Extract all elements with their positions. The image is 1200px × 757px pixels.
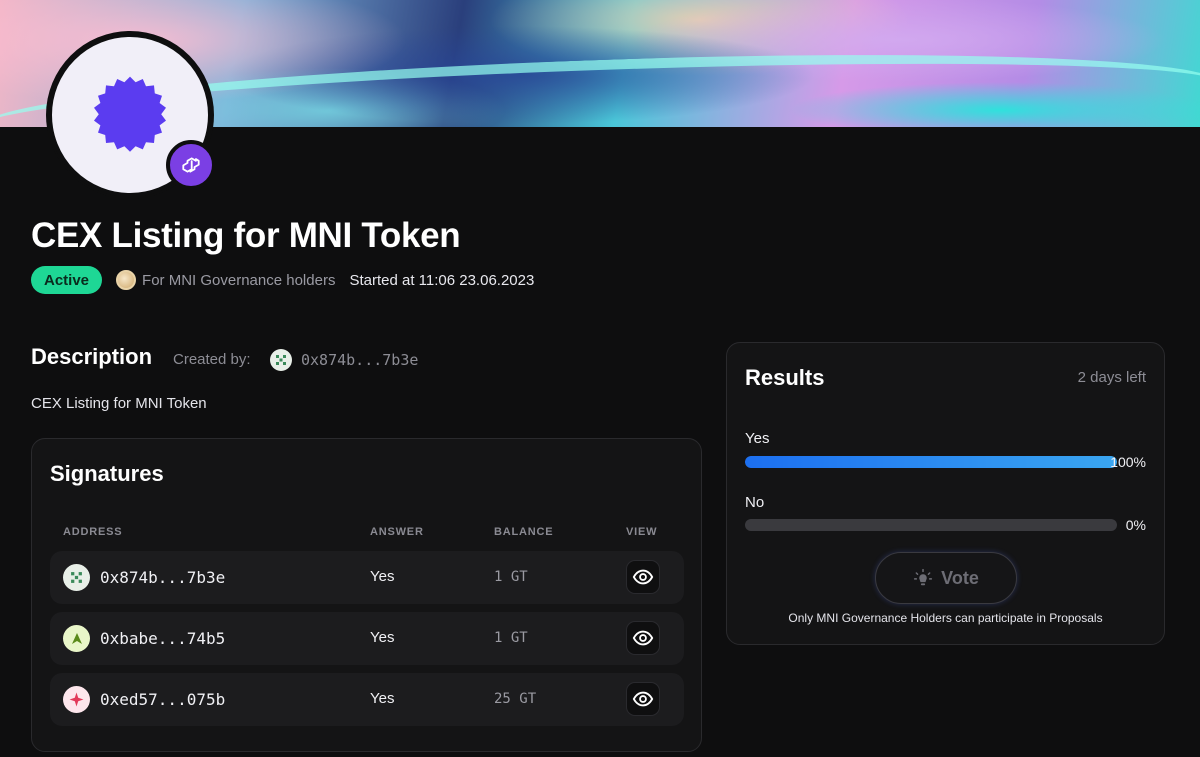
progress-fill-yes [745, 456, 1117, 468]
progress-bar-yes [745, 456, 1117, 468]
audience-text: For MNI Governance holders [142, 271, 336, 289]
view-signature-button[interactable] [626, 682, 660, 716]
signer-balance: 1 GT [494, 630, 528, 646]
view-signature-button[interactable] [626, 621, 660, 655]
description-text: CEX Listing for MNI Token [31, 395, 207, 412]
progress-bar-no [745, 519, 1117, 531]
column-header-view: VIEW [626, 526, 658, 538]
creator-address-link[interactable]: 0x874b...7b3e [301, 351, 418, 369]
eye-icon [632, 630, 654, 646]
column-header-balance: BALANCE [494, 526, 554, 538]
lightbulb-icon [914, 568, 933, 586]
address-avatar-icon [63, 564, 90, 591]
eye-icon [632, 569, 654, 585]
signatures-card: Signatures ADDRESS ANSWER BALANCE VIEW 0… [31, 438, 702, 752]
address-avatar-icon [63, 686, 90, 713]
created-by-label: Created by: [173, 351, 251, 368]
time-left-text: 2 days left [1077, 369, 1146, 386]
started-at-text: Started at 11:06 23.06.2023 [349, 271, 535, 289]
vote-note-text: Only MNI Governance Holders can particip… [788, 611, 1103, 625]
table-row[interactable]: 0xbabe...74b5 Yes 1 GT [50, 612, 684, 665]
option-percent-no: 0% [1125, 517, 1146, 533]
status-badge: Active [31, 266, 103, 294]
creator-avatar-icon [270, 349, 292, 371]
eye-icon [632, 691, 654, 707]
signer-address: 0x874b...7b3e [100, 568, 226, 587]
signer-balance: 1 GT [494, 569, 528, 585]
polygon-icon [182, 157, 200, 173]
vote-button[interactable]: Vote [875, 552, 1017, 604]
column-header-address: ADDRESS [63, 526, 123, 538]
results-card: Results 2 days left Yes 100% No 0% Vote … [726, 342, 1165, 645]
results-heading: Results [745, 365, 825, 390]
badge-icon [94, 76, 166, 152]
option-percent-yes: 100% [1110, 454, 1146, 470]
description-heading: Description [31, 344, 153, 369]
view-signature-button[interactable] [626, 560, 660, 594]
polygon-chain-badge [166, 140, 216, 190]
signer-answer: Yes [370, 629, 395, 646]
signer-address: 0xbabe...74b5 [100, 629, 226, 648]
page-title: CEX Listing for MNI Token [31, 216, 461, 255]
table-row[interactable]: 0xed57...075b Yes 25 GT [50, 673, 684, 726]
proposal-meta: Active For MNI Governance holders Starte… [31, 266, 534, 294]
option-label-no: No [745, 494, 765, 511]
token-icon [116, 270, 137, 290]
option-label-yes: Yes [745, 430, 770, 447]
address-avatar-icon [63, 625, 90, 652]
signatures-heading: Signatures [50, 461, 164, 486]
signer-answer: Yes [370, 568, 395, 585]
signer-balance: 25 GT [494, 691, 537, 707]
column-header-answer: ANSWER [370, 526, 424, 538]
table-row[interactable]: 0x874b...7b3e Yes 1 GT [50, 551, 684, 604]
vote-label: Vote [941, 567, 979, 588]
signer-answer: Yes [370, 690, 395, 707]
signer-address: 0xed57...075b [100, 690, 226, 709]
